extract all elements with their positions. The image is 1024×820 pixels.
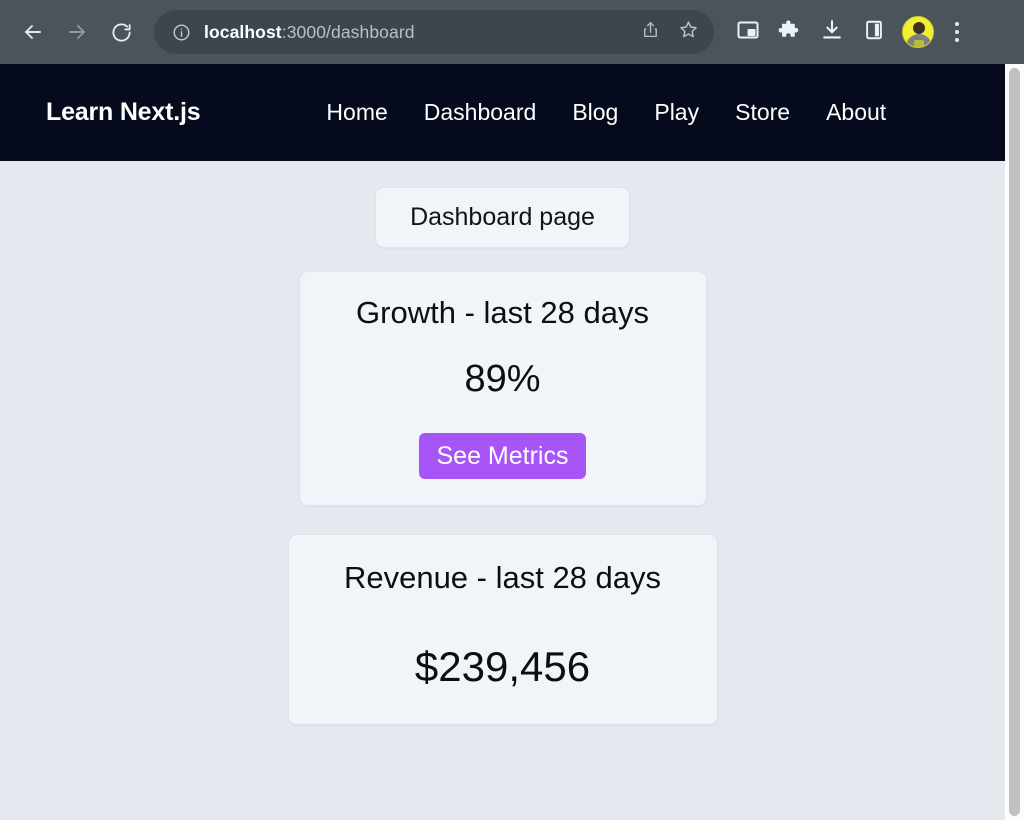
site-brand[interactable]: Learn Next.js xyxy=(46,98,201,127)
see-metrics-button[interactable]: See Metrics xyxy=(418,432,587,480)
three-dot-menu-icon xyxy=(955,22,959,26)
forward-button[interactable] xyxy=(56,11,98,53)
back-button[interactable] xyxy=(12,11,54,53)
nav-link-home[interactable]: Home xyxy=(308,99,405,126)
nav-link-play[interactable]: Play xyxy=(636,99,717,126)
revenue-card-title: Revenue - last 28 days xyxy=(343,560,662,596)
picture-in-picture-icon xyxy=(736,18,760,47)
browser-toolbar: localhost:3000/dashboard xyxy=(0,0,1024,64)
puzzle-piece-icon xyxy=(778,18,802,47)
revenue-metric-card: Revenue - last 28 days $239,456 xyxy=(287,534,718,725)
revenue-card-value: $239,456 xyxy=(414,642,591,690)
picture-in-picture-button[interactable] xyxy=(730,14,766,50)
forward-arrow-icon xyxy=(65,20,89,44)
scrollbar-thumb[interactable] xyxy=(1009,68,1020,816)
page-scrollbar[interactable] xyxy=(1005,64,1024,820)
info-circle-icon[interactable] xyxy=(170,21,192,43)
download-icon xyxy=(820,18,844,47)
url-host: localhost xyxy=(204,21,282,42)
page-viewport: Learn Next.js Home Dashboard Blog Play S… xyxy=(0,64,1005,820)
share-icon xyxy=(641,20,660,44)
three-dot-menu-icon xyxy=(955,30,959,34)
site-navbar: Learn Next.js Home Dashboard Blog Play S… xyxy=(0,64,1005,161)
growth-card-title: Growth - last 28 days xyxy=(356,294,649,330)
back-arrow-icon xyxy=(21,20,45,44)
avatar-shirt xyxy=(914,40,924,47)
downloads-button[interactable] xyxy=(814,14,850,50)
growth-metric-card: Growth - last 28 days 89% See Metrics xyxy=(298,270,707,507)
toolbar-actions xyxy=(730,14,972,50)
star-icon xyxy=(678,19,699,45)
page-title: Dashboard page xyxy=(410,203,595,231)
bookmark-button[interactable] xyxy=(670,14,706,50)
nav-link-store[interactable]: Store xyxy=(717,99,808,126)
nav-link-about[interactable]: About xyxy=(808,99,904,126)
address-bar[interactable]: localhost:3000/dashboard xyxy=(154,10,714,54)
side-panel-icon xyxy=(863,19,885,46)
url-path: :3000/dashboard xyxy=(281,21,415,42)
page-label-card: Dashboard page xyxy=(375,187,630,248)
avatar-head xyxy=(913,22,925,34)
three-dot-menu-icon xyxy=(955,38,959,42)
browser-menu-button[interactable] xyxy=(942,14,972,50)
extensions-button[interactable] xyxy=(772,14,808,50)
url-text[interactable]: localhost:3000/dashboard xyxy=(204,22,630,43)
nav-link-blog[interactable]: Blog xyxy=(554,99,636,126)
main-content: Dashboard page Growth - last 28 days 89%… xyxy=(0,161,1005,725)
avatar[interactable] xyxy=(902,16,934,48)
reload-button[interactable] xyxy=(100,11,142,53)
growth-card-value: 89% xyxy=(464,357,541,400)
nav-link-dashboard[interactable]: Dashboard xyxy=(406,99,555,126)
nav-links: Home Dashboard Blog Play Store About xyxy=(308,99,904,126)
side-panel-button[interactable] xyxy=(856,14,892,50)
share-button[interactable] xyxy=(632,14,668,50)
reload-icon xyxy=(110,21,133,44)
